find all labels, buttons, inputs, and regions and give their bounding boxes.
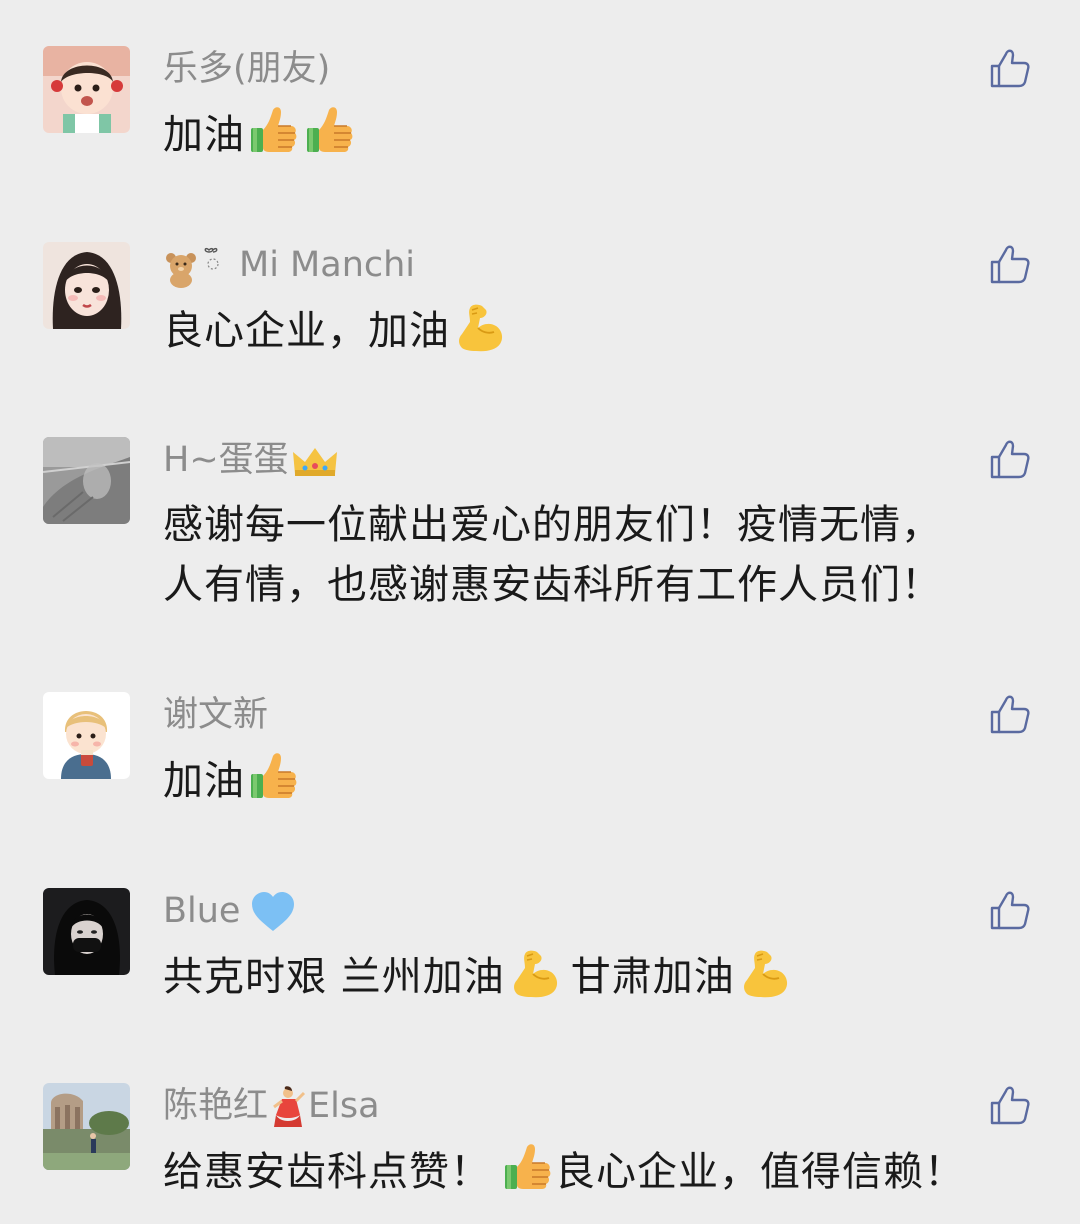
commenter-name[interactable]: Blue [163,890,300,933]
thumbs-up-emoji [250,752,298,799]
comment-text-content: 良心企业，加油 [163,308,450,354]
like-icon[interactable] [988,888,1032,932]
dancer-icon [273,1086,306,1127]
commenter-name[interactable]: Mi Manchi [163,244,415,288]
comment-text-content: 良心企业，值得信赖！ [555,1149,965,1195]
blue-heart-icon [252,892,295,931]
commenter-name[interactable]: H~蛋蛋 [163,439,343,481]
commenter-name-text[interactable]: 乐多(朋友) [163,49,330,89]
comment-text-line: 人有情，也感谢惠安齿科所有工作人员们！ [163,562,942,608]
avatar[interactable] [43,692,130,779]
comment-text: 给惠安齿科点赞！ 良心企业，值得信赖！ [163,1141,1023,1202]
commenter-name[interactable]: 谢文新 [163,694,268,736]
flexed-biceps-emoji [458,303,503,352]
flexed-biceps-emoji [742,949,788,998]
commenter-name-text[interactable]: Blue [163,891,240,931]
comment-text-content: 甘肃加油 [570,954,735,1000]
commenter-name-text[interactable]: Elsa [308,1086,380,1126]
flexed-biceps-emoji [512,949,558,998]
thumbs-up-emoji [250,106,298,153]
avatar[interactable] [43,46,130,133]
commenter-name-text[interactable]: 谢文新 [163,695,268,735]
comment-text: 良心企业，加油 [163,300,1023,361]
like-icon[interactable] [988,46,1032,90]
commenter-name[interactable]: 陈艳红 Elsa [163,1085,380,1129]
commenter-name-text[interactable]: H~蛋蛋 [163,440,289,480]
comment-text-content: 共克时艰 兰州加油 [163,954,505,1000]
avatar[interactable] [43,888,130,975]
teddy-bear-icon [166,247,219,288]
comment-text-line: 感谢每一位献出爱心的朋友们！疫情无情， [163,502,942,548]
commenter-name[interactable]: 乐多(朋友) [163,48,330,90]
comment-text: 加油 [163,750,1023,811]
comment-text-content: 加油 [163,758,245,804]
like-icon[interactable] [988,1083,1032,1127]
avatar[interactable] [43,1083,130,1170]
like-icon[interactable] [988,242,1032,286]
commenter-name-text[interactable]: Mi Manchi [239,245,415,285]
thumbs-up-emoji [306,106,354,153]
comment-text: 共克时艰 兰州加油 甘肃加油 [163,946,1023,1007]
avatar[interactable] [43,437,130,524]
comment-text: 加油 [163,104,1023,165]
crown-icon [292,448,337,476]
avatar[interactable] [43,242,130,329]
comment-text: 感谢每一位献出爱心的朋友们！疫情无情， 人有情，也感谢惠安齿科所有工作人员们！ [163,495,1023,615]
thumbs-up-emoji [504,1143,552,1190]
like-icon[interactable] [988,437,1032,481]
comment-text-content: 给惠安齿科点赞！ [163,1149,491,1195]
commenter-name-text[interactable]: 陈艳红 [163,1086,268,1126]
like-icon[interactable] [988,692,1032,736]
comment-text-content: 加油 [163,112,245,158]
